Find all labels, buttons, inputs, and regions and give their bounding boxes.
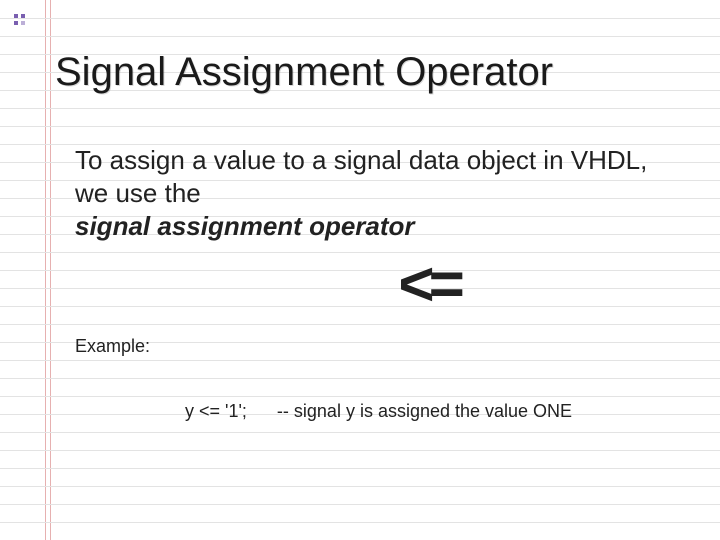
operator-symbol: <= — [175, 254, 680, 316]
slide-title: Signal Assignment Operator — [55, 50, 680, 94]
intro-text: To assign a value to a signal data objec… — [75, 144, 680, 209]
example-code-row: y <= '1'; -- signal y is assigned the va… — [185, 401, 680, 422]
operator-name: signal assignment operator — [75, 211, 680, 242]
example-code: y <= '1'; — [185, 401, 247, 422]
example-comment: -- signal y is assigned the value ONE — [277, 401, 572, 422]
example-label: Example: — [75, 336, 680, 357]
slide-content: Signal Assignment Operator To assign a v… — [0, 0, 720, 422]
